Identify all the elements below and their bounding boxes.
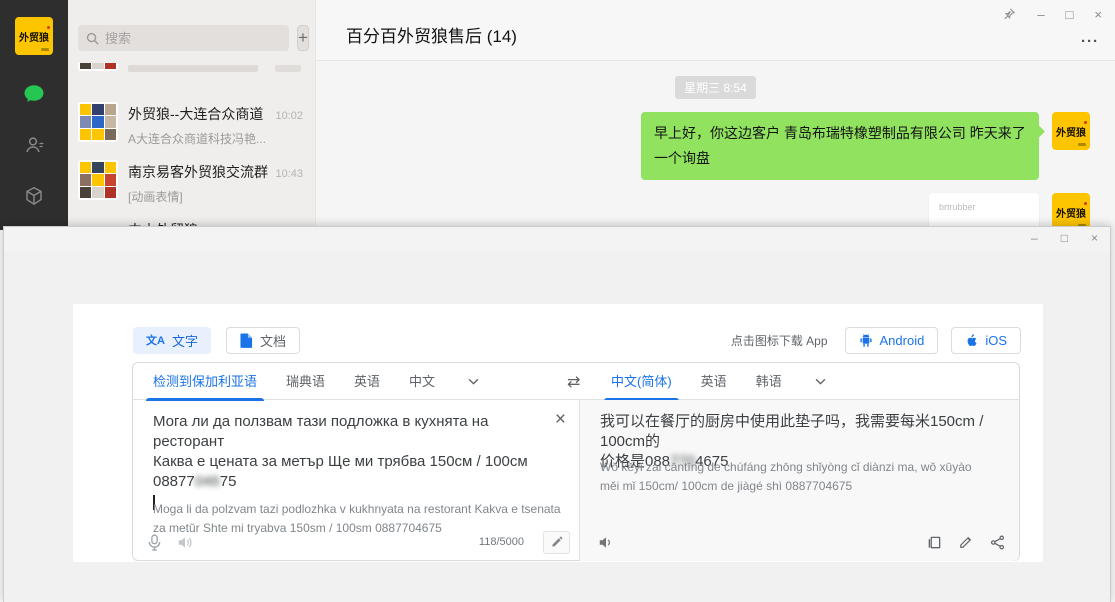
target-lang-tab[interactable]: 英语 (701, 363, 727, 400)
android-label: Android (880, 333, 925, 348)
wechat-sidebar: 外贸狼 (0, 0, 68, 230)
registered-mark-dot (47, 26, 50, 29)
redacted-digits: 046 (195, 473, 220, 490)
minimize-button[interactable]: – (1037, 8, 1044, 21)
user-avatar[interactable]: 外贸狼 (15, 17, 53, 55)
chevron-down-icon[interactable] (815, 378, 826, 385)
ios-download-button[interactable]: iOS (951, 327, 1021, 354)
chat-more-button[interactable]: ··· (1081, 33, 1099, 50)
download-hint: 点击图标下载 App (731, 332, 828, 349)
swap-languages-button[interactable]: ⇄ (567, 363, 580, 400)
clear-source-button[interactable]: × (555, 410, 566, 429)
android-icon (859, 333, 873, 348)
list-item[interactable]: 南京易客外贸狼交流群 10:43 [动画表情] (68, 151, 315, 209)
target-pinyin: Wǒ kěyǐ zài cāntīng de chúfáng zhōng shǐ… (600, 458, 985, 496)
chat-time: 10:43 (275, 168, 303, 180)
target-lang-tab-zh[interactable]: 中文(简体) (611, 363, 672, 400)
list-item[interactable]: 外贸狼--大连合众商道 10:02 A大连合众商道科技冯艳... (68, 93, 315, 151)
group-avatar (78, 102, 118, 142)
mic-icon[interactable] (147, 534, 162, 551)
language-bar: 检测到保加利亚语 瑞典语 英语 中文 ⇄ 中文(简体) 英语 韩语 (133, 363, 1019, 400)
avatar-sub-mark (41, 48, 49, 51)
translator-window: – □ × 文A 文字 文档 点击图标下载 App A (3, 226, 1111, 602)
registered-mark-dot (1084, 121, 1087, 124)
translate-icon: 文A (146, 332, 165, 348)
char-counter: 118/5000 (479, 532, 524, 552)
close-button[interactable]: × (1091, 232, 1098, 244)
avatar-brand-text: 外贸狼 (15, 29, 53, 44)
group-avatar (78, 160, 118, 200)
avatar-brand-text: 外贸狼 (1052, 124, 1090, 139)
message-area: 星期三 8:54 早上好，你这边客户 青岛布瑞特橡塑制品有限公司 昨天来了一个询… (316, 61, 1115, 230)
source-line: Каква е цената за метър Ще ми трябва 150… (153, 452, 535, 472)
sent-message-bubble: 早上好，你这边客户 青岛布瑞特橡塑制品有限公司 昨天来了一个询盘 (641, 112, 1039, 180)
collections-box-icon[interactable] (22, 184, 46, 208)
suggest-edit-icon[interactable] (959, 535, 973, 549)
source-line: Мога ли да ползвам тази подложка в кухня… (153, 412, 535, 452)
registered-mark-dot (1084, 202, 1087, 205)
source-lang-tab-detected[interactable]: 检测到保加利亚语 (153, 363, 257, 400)
edit-source-button[interactable] (543, 531, 570, 554)
screen: 外贸狼 + (0, 0, 1115, 602)
avatar-brand-text: 外贸狼 (1052, 205, 1090, 220)
apple-icon (965, 333, 978, 348)
source-lang-tab[interactable]: 英语 (354, 363, 380, 400)
chevron-down-icon[interactable] (468, 378, 479, 385)
source-phone-line: 0887704675 (153, 472, 535, 492)
maximize-button[interactable]: □ (1066, 8, 1074, 21)
tab-text-label: 文字 (172, 331, 198, 350)
tab-text[interactable]: 文A 文字 (133, 327, 211, 354)
translation-card: 检测到保加利亚语 瑞典语 英语 中文 ⇄ 中文(简体) 英语 韩语 (132, 362, 1020, 561)
chat-title: 外贸狼--大连合众商道 (128, 104, 269, 124)
avatar-sub-mark (1078, 143, 1086, 146)
close-button[interactable]: × (1094, 8, 1102, 21)
share-translation-icon[interactable] (990, 535, 1005, 550)
group-avatar (78, 63, 118, 71)
search-box[interactable] (78, 25, 289, 51)
source-lang-tab[interactable]: 瑞典语 (286, 363, 325, 400)
chat-header-title: 百分百外贸狼售后 (14) (316, 0, 1115, 47)
chat-main-panel: – □ × 百分百外贸狼售后 (14) ··· 星期三 8:54 早上好，你这边… (315, 0, 1115, 230)
clipped-text-remnant (128, 65, 258, 72)
minimize-button[interactable]: – (1031, 232, 1038, 244)
tab-documents[interactable]: 文档 (226, 327, 300, 354)
link-preview-text: brtrubber (939, 202, 976, 212)
chat-title: 南京易客外贸狼交流群 (128, 162, 269, 182)
translator-titlebar[interactable]: – □ × (4, 227, 1110, 251)
source-text-area[interactable]: Мога ли да ползвам тази подложка в кухня… (133, 400, 579, 561)
message-row: 早上好，你这边客户 青岛布瑞特橡塑制品有限公司 昨天来了一个询盘 外贸狼 (316, 112, 1115, 180)
search-input[interactable] (105, 31, 281, 46)
message-avatar[interactable]: 外贸狼 (1052, 112, 1090, 150)
chat-list-panel: + 外贸狼--大连合众商道 10:02 A大连合众商道科技冯艳... 南京易客外… (68, 0, 315, 230)
target-text-area: 我可以在餐厅的厨房中使用此垫子吗，我需要每米150cm / 100cm的 价格是… (579, 400, 1019, 561)
listen-target-icon[interactable] (598, 535, 614, 550)
chat-time: 10:02 (275, 110, 303, 122)
chat-preview: A大连合众商道科技冯艳... (128, 130, 303, 147)
date-badge: 星期三 8:54 (675, 76, 756, 99)
maximize-button[interactable]: □ (1061, 232, 1068, 244)
list-item-clipped-top[interactable] (68, 63, 315, 93)
contacts-icon[interactable] (22, 133, 46, 157)
android-download-button[interactable]: Android (845, 327, 939, 354)
tab-doc-label: 文档 (260, 331, 286, 350)
chats-icon[interactable] (22, 82, 46, 106)
clipped-time-remnant (275, 65, 301, 72)
source-lang-tab[interactable]: 中文 (409, 363, 435, 400)
ios-label: iOS (985, 333, 1007, 348)
copy-translation-icon[interactable] (927, 535, 942, 550)
chat-preview: [动画表情] (128, 188, 303, 205)
search-icon (86, 32, 99, 45)
target-line: 我可以在餐厅的厨房中使用此垫子吗，我需要每米150cm / 100cm的 (600, 412, 995, 452)
add-chat-button[interactable]: + (297, 25, 309, 51)
pin-icon[interactable] (1002, 7, 1016, 21)
translator-page: 文A 文字 文档 点击图标下载 App Android iOS (73, 304, 1043, 562)
target-lang-tab[interactable]: 韩语 (756, 363, 782, 400)
listen-source-icon[interactable] (177, 535, 193, 550)
document-icon (240, 333, 253, 348)
